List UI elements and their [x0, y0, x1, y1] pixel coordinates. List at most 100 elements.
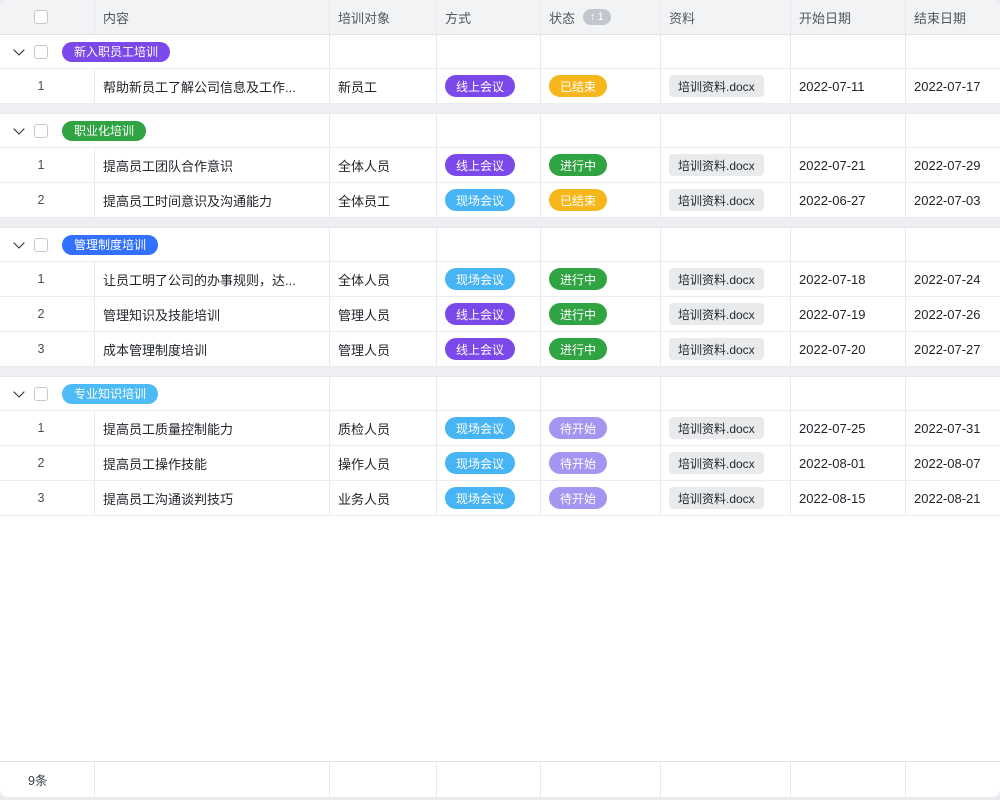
group-header-row[interactable]: 管理制度培训 — [0, 228, 1000, 262]
cell-end-date[interactable]: 2022-07-24 — [906, 262, 1000, 296]
cell-content[interactable]: 提高员工质量控制能力 — [95, 411, 330, 445]
collapse-chevron-icon[interactable] — [11, 123, 27, 139]
cell-status[interactable]: 进行中 — [541, 262, 661, 296]
cell-target[interactable]: 管理人员 — [330, 332, 437, 366]
cell-end-date[interactable]: 2022-08-21 — [906, 481, 1000, 515]
cell-method[interactable]: 线上会议 — [437, 332, 541, 366]
table-row[interactable]: 2 管理知识及技能培训 管理人员 线上会议 进行中 培训资料.docx 2022… — [0, 297, 1000, 332]
file-chip[interactable]: 培训资料.docx — [669, 268, 764, 290]
cell-start-date[interactable]: 2022-06-27 — [791, 183, 906, 217]
cell-content[interactable]: 提高员工时间意识及沟通能力 — [95, 183, 330, 217]
cell-start-date[interactable]: 2022-08-01 — [791, 446, 906, 480]
cell-status[interactable]: 待开始 — [541, 446, 661, 480]
table-row[interactable]: 3 成本管理制度培训 管理人员 线上会议 进行中 培训资料.docx 2022-… — [0, 332, 1000, 367]
cell-target[interactable]: 业务人员 — [330, 481, 437, 515]
cell-start-date[interactable]: 2022-07-18 — [791, 262, 906, 296]
collapse-chevron-icon[interactable] — [11, 44, 27, 60]
group-name-badge[interactable]: 新入职员工培训 — [62, 42, 170, 62]
file-chip[interactable]: 培训资料.docx — [669, 189, 764, 211]
column-header-target[interactable]: 培训对象 — [330, 0, 437, 34]
cell-end-date[interactable]: 2022-07-03 — [906, 183, 1000, 217]
cell-method[interactable]: 线上会议 — [437, 69, 541, 103]
table-row[interactable]: 2 提高员工时间意识及沟通能力 全体员工 现场会议 已结束 培训资料.docx … — [0, 183, 1000, 218]
cell-start-date[interactable]: 2022-07-20 — [791, 332, 906, 366]
table-row[interactable]: 2 提高员工操作技能 操作人员 现场会议 待开始 培训资料.docx 2022-… — [0, 446, 1000, 481]
cell-material[interactable]: 培训资料.docx — [661, 69, 791, 103]
cell-end-date[interactable]: 2022-08-07 — [906, 446, 1000, 480]
group-checkbox[interactable] — [34, 238, 48, 252]
collapse-chevron-icon[interactable] — [11, 386, 27, 402]
cell-content[interactable]: 让员工明了公司的办事规则，达... — [95, 262, 330, 296]
cell-content[interactable]: 提高员工团队合作意识 — [95, 148, 330, 182]
group-name-badge[interactable]: 职业化培训 — [62, 121, 146, 141]
file-chip[interactable]: 培训资料.docx — [669, 452, 764, 474]
cell-start-date[interactable]: 2022-08-15 — [791, 481, 906, 515]
group-header-row[interactable]: 职业化培训 — [0, 114, 1000, 148]
cell-material[interactable]: 培训资料.docx — [661, 262, 791, 296]
table-row[interactable]: 1 提高员工团队合作意识 全体人员 线上会议 进行中 培训资料.docx 202… — [0, 148, 1000, 183]
cell-target[interactable]: 全体员工 — [330, 183, 437, 217]
cell-material[interactable]: 培训资料.docx — [661, 297, 791, 331]
select-all-checkbox[interactable] — [34, 10, 48, 24]
group-checkbox[interactable] — [34, 45, 48, 59]
cell-target[interactable]: 全体人员 — [330, 262, 437, 296]
column-header-start-date[interactable]: 开始日期 — [791, 0, 906, 34]
cell-end-date[interactable]: 2022-07-29 — [906, 148, 1000, 182]
cell-method[interactable]: 现场会议 — [437, 411, 541, 445]
cell-end-date[interactable]: 2022-07-26 — [906, 297, 1000, 331]
collapse-chevron-icon[interactable] — [11, 237, 27, 253]
column-header-method[interactable]: 方式 — [437, 0, 541, 34]
cell-method[interactable]: 现场会议 — [437, 262, 541, 296]
table-row[interactable]: 1 帮助新员工了解公司信息及工作... 新员工 线上会议 已结束 培训资料.do… — [0, 69, 1000, 104]
cell-status[interactable]: 待开始 — [541, 411, 661, 445]
cell-content[interactable]: 帮助新员工了解公司信息及工作... — [95, 69, 330, 103]
cell-method[interactable]: 现场会议 — [437, 446, 541, 480]
column-header-content[interactable]: 内容 — [95, 0, 330, 34]
cell-start-date[interactable]: 2022-07-21 — [791, 148, 906, 182]
cell-status[interactable]: 进行中 — [541, 332, 661, 366]
group-header-row[interactable]: 专业知识培训 — [0, 377, 1000, 411]
group-checkbox[interactable] — [34, 124, 48, 138]
cell-end-date[interactable]: 2022-07-31 — [906, 411, 1000, 445]
cell-content[interactable]: 提高员工沟通谈判技巧 — [95, 481, 330, 515]
cell-content[interactable]: 管理知识及技能培训 — [95, 297, 330, 331]
column-header-status[interactable]: 状态 ↑ 1 — [541, 0, 661, 34]
column-header-end-date[interactable]: 结束日期 — [906, 0, 1000, 34]
cell-material[interactable]: 培训资料.docx — [661, 148, 791, 182]
file-chip[interactable]: 培训资料.docx — [669, 487, 764, 509]
group-header-row[interactable]: 新入职员工培训 — [0, 35, 1000, 69]
cell-material[interactable]: 培训资料.docx — [661, 481, 791, 515]
sort-badge[interactable]: ↑ 1 — [583, 9, 611, 25]
cell-material[interactable]: 培训资料.docx — [661, 332, 791, 366]
cell-end-date[interactable]: 2022-07-27 — [906, 332, 1000, 366]
cell-material[interactable]: 培训资料.docx — [661, 183, 791, 217]
cell-status[interactable]: 待开始 — [541, 481, 661, 515]
cell-material[interactable]: 培训资料.docx — [661, 446, 791, 480]
group-checkbox[interactable] — [34, 387, 48, 401]
cell-method[interactable]: 线上会议 — [437, 148, 541, 182]
file-chip[interactable]: 培训资料.docx — [669, 417, 764, 439]
table-row[interactable]: 3 提高员工沟通谈判技巧 业务人员 现场会议 待开始 培训资料.docx 202… — [0, 481, 1000, 516]
cell-method[interactable]: 线上会议 — [437, 297, 541, 331]
cell-status[interactable]: 已结束 — [541, 69, 661, 103]
file-chip[interactable]: 培训资料.docx — [669, 154, 764, 176]
table-row[interactable]: 1 让员工明了公司的办事规则，达... 全体人员 现场会议 进行中 培训资料.d… — [0, 262, 1000, 297]
cell-target[interactable]: 新员工 — [330, 69, 437, 103]
cell-end-date[interactable]: 2022-07-17 — [906, 69, 1000, 103]
cell-content[interactable]: 提高员工操作技能 — [95, 446, 330, 480]
table-row[interactable]: 1 提高员工质量控制能力 质检人员 现场会议 待开始 培训资料.docx 202… — [0, 411, 1000, 446]
file-chip[interactable]: 培训资料.docx — [669, 338, 764, 360]
cell-status[interactable]: 进行中 — [541, 297, 661, 331]
cell-target[interactable]: 操作人员 — [330, 446, 437, 480]
cell-method[interactable]: 现场会议 — [437, 183, 541, 217]
file-chip[interactable]: 培训资料.docx — [669, 303, 764, 325]
cell-target[interactable]: 管理人员 — [330, 297, 437, 331]
group-name-badge[interactable]: 管理制度培训 — [62, 235, 158, 255]
cell-method[interactable]: 现场会议 — [437, 481, 541, 515]
cell-target[interactable]: 全体人员 — [330, 148, 437, 182]
cell-material[interactable]: 培训资料.docx — [661, 411, 791, 445]
group-name-badge[interactable]: 专业知识培训 — [62, 384, 158, 404]
cell-status[interactable]: 已结束 — [541, 183, 661, 217]
cell-content[interactable]: 成本管理制度培训 — [95, 332, 330, 366]
cell-start-date[interactable]: 2022-07-11 — [791, 69, 906, 103]
